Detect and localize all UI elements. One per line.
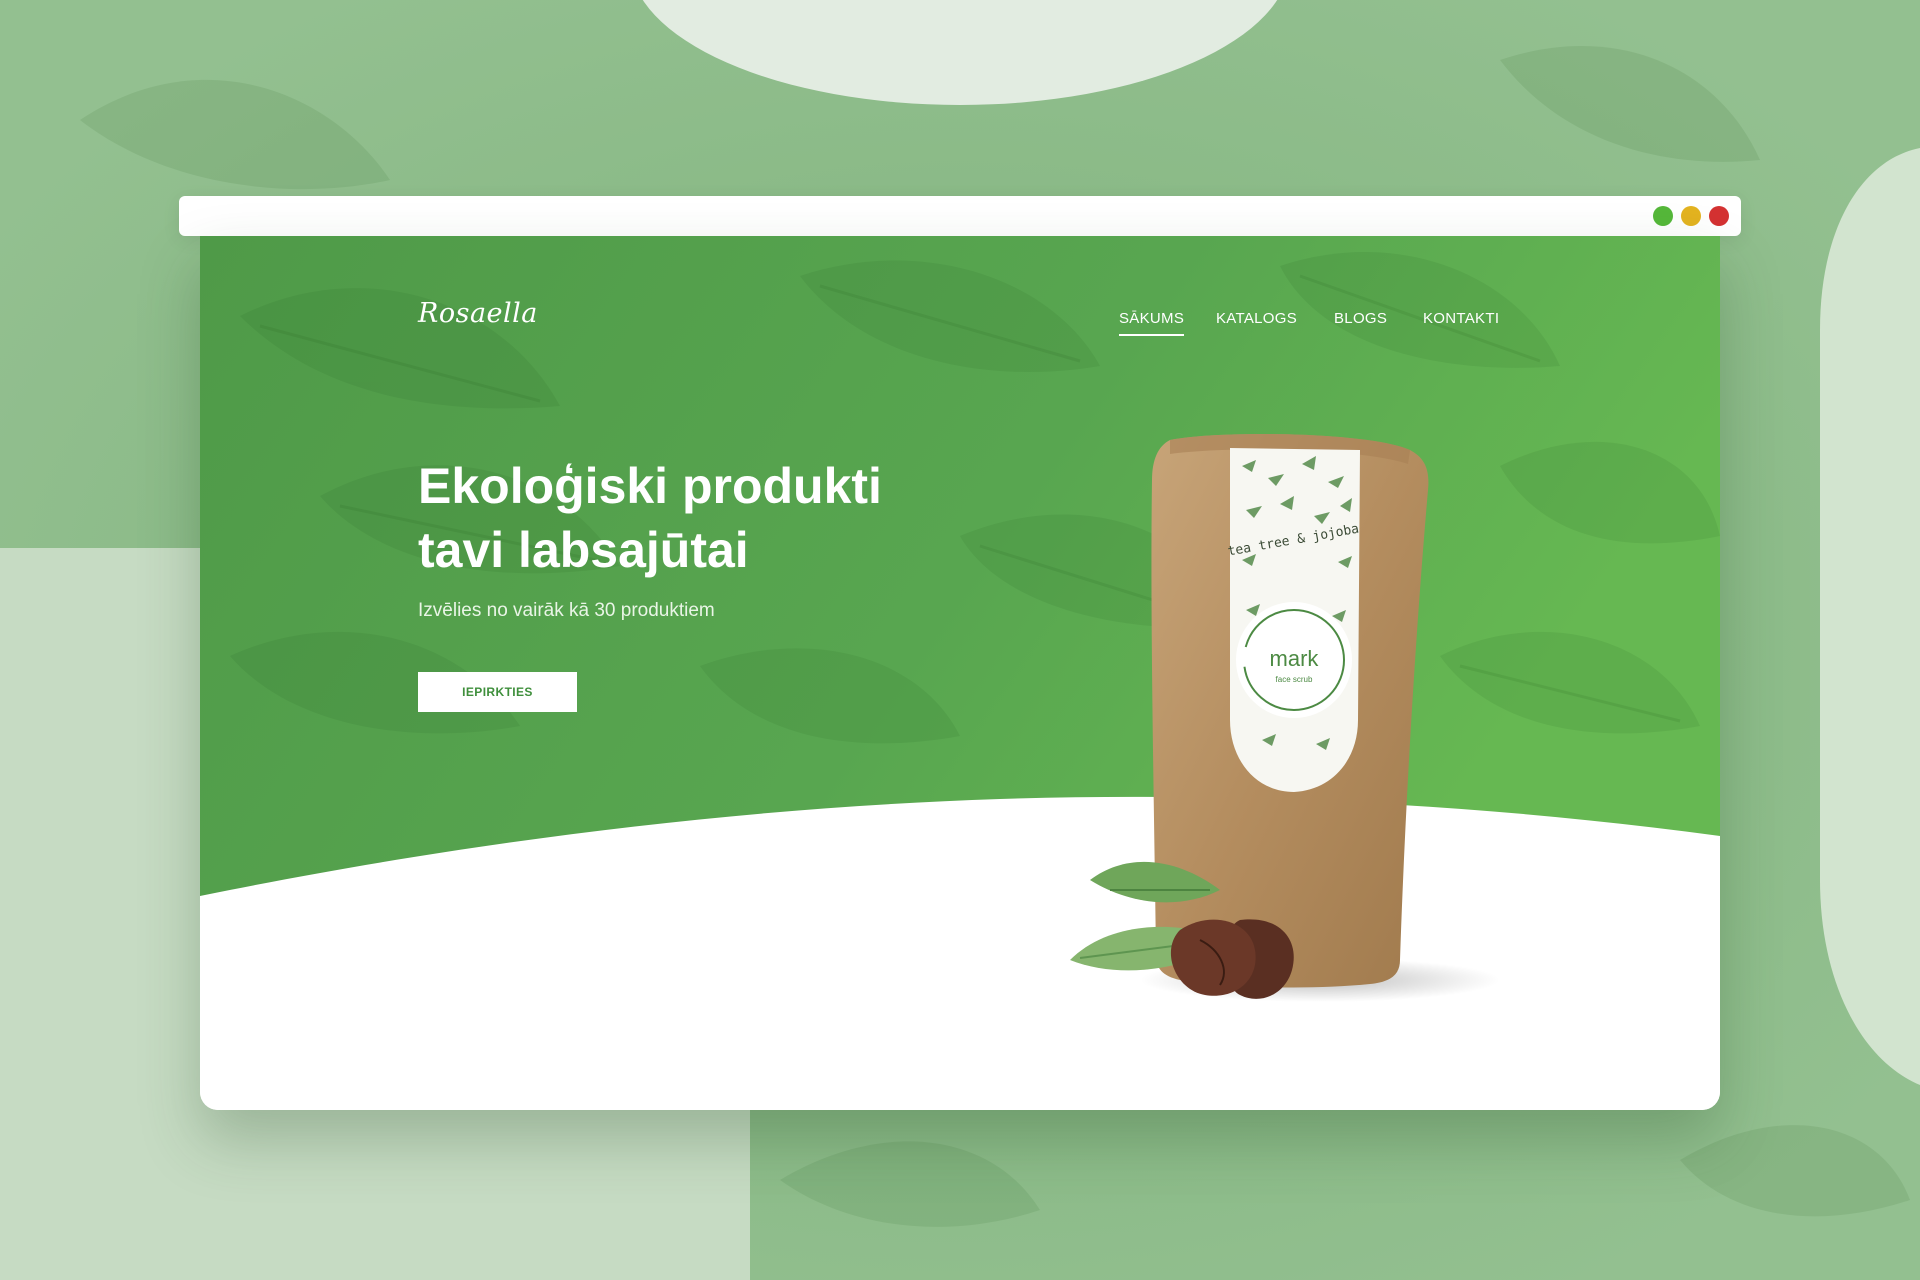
hero-headline: Ekoloģiski produkti tavi labsajūtai — [418, 454, 882, 582]
window-maximize-dot[interactable] — [1653, 206, 1673, 226]
website-window: Rosaella SĀKUMS KATALOGS BLOGS KONTAKTI … — [200, 236, 1720, 1110]
nav-sakums[interactable]: SĀKUMS — [1119, 310, 1185, 336]
site-logo[interactable]: Rosaella — [418, 298, 538, 329]
nav-katalogs[interactable]: KATALOGS — [1216, 310, 1297, 327]
browser-toolbar — [179, 196, 1741, 236]
bg-right-shape — [1820, 148, 1920, 1085]
label-descriptor: face scrub — [1276, 675, 1313, 684]
nav-blogs[interactable]: BLOGS — [1334, 310, 1387, 327]
hero-headline-line1: Ekoloģiski produkti — [418, 458, 882, 514]
shop-now-button[interactable]: IEPIRKTIES — [418, 672, 577, 712]
product-image: tea tree & jojoba mark face scrub — [1070, 434, 1500, 1002]
hero-subtitle: Izvēlies no vairāk kā 30 produktiem — [418, 600, 715, 621]
window-minimize-dot[interactable] — [1681, 206, 1701, 226]
label-brand: mark — [1270, 646, 1320, 671]
window-close-dot[interactable] — [1709, 206, 1729, 226]
nav-kontakti[interactable]: KONTAKTI — [1423, 310, 1499, 327]
hero-headline-line2: tavi labsajūtai — [418, 522, 749, 578]
